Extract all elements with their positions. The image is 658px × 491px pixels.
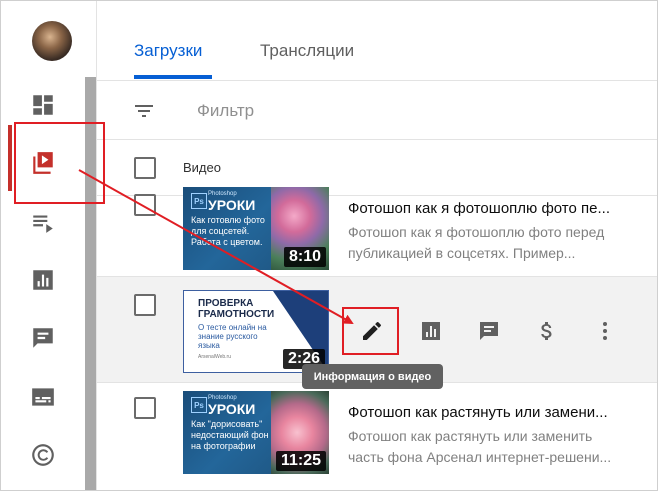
video-description: Фотошоп как я фотошоплю фото перед публи… (348, 224, 605, 261)
comments-icon (33, 328, 53, 348)
column-header-video: Видео (183, 160, 221, 175)
thumbnail-title-line1: ПРОВЕРКА (198, 298, 254, 309)
annotation-box-videos (14, 122, 105, 204)
comments-icon (480, 322, 498, 340)
sidebar (1, 1, 97, 490)
sidebar-item-dashboard[interactable] (1, 85, 85, 125)
video-thumbnail[interactable]: ПРОВЕРКА ГРАМОТНОСТИ О тесте онлайн на з… (183, 290, 329, 373)
thumbnail-url: ArsenalWeb.ru (198, 354, 231, 360)
video-thumbnail[interactable]: Ps Photoshop УРОКИ Как "дорисовать" недо… (183, 391, 329, 474)
comments-button[interactable] (475, 317, 503, 345)
analytics-icon (422, 322, 440, 340)
more-vert-icon (603, 322, 607, 340)
dashboard-icon (33, 95, 53, 115)
select-all-checkbox[interactable] (134, 157, 156, 179)
monetization-button[interactable] (533, 317, 561, 345)
row-checkbox[interactable] (134, 194, 156, 216)
tab-live[interactable]: Трансляции (260, 41, 354, 61)
playlists-icon (33, 215, 53, 233)
sidebar-item-analytics[interactable] (1, 260, 85, 300)
options-button[interactable] (591, 317, 619, 345)
thumbnail-title: ПРОВЕРКА ГРАМОТНОСТИ (198, 298, 274, 320)
thumbnail-title-line2: ГРАМОТНОСТИ (198, 309, 275, 320)
sidebar-item-playlists[interactable] (1, 202, 85, 242)
thumbnail-title: УРОКИ (208, 197, 256, 213)
annotation-box-edit (342, 307, 399, 355)
analytics-button[interactable] (417, 317, 445, 345)
video-title[interactable]: Фотошоп как растянуть или замени... (348, 404, 608, 421)
filter-input[interactable]: Фильтр (197, 101, 254, 121)
filter-bar: Фильтр (97, 81, 657, 140)
row-checkbox[interactable] (134, 294, 156, 316)
analytics-icon (33, 270, 53, 290)
photoshop-logo: Ps (191, 193, 207, 209)
subtitles-icon (32, 388, 54, 406)
tab-bar: Загрузки Трансляции (97, 1, 657, 81)
sidebar-item-copyright[interactable] (1, 435, 85, 475)
thumbnail-subtitle: Как "дорисовать" недостающий фон на фото… (191, 419, 269, 451)
video-description: Фотошоп как растянуть или заменить часть… (348, 428, 612, 465)
photoshop-logo: Ps (191, 397, 207, 413)
dollar-icon (541, 322, 552, 340)
sidebar-item-comments[interactable] (1, 318, 85, 358)
thumbnail-subtitle: О тесте онлайн на знание русского языка (198, 323, 267, 350)
avatar[interactable] (32, 21, 72, 61)
thumbnail-title: УРОКИ (208, 401, 256, 417)
duration-badge: 8:10 (283, 247, 326, 267)
copyright-icon (32, 444, 54, 466)
table-header: Видео (97, 140, 657, 196)
tooltip: Информация о видео (302, 364, 443, 389)
tab-uploads[interactable]: Загрузки (134, 41, 202, 61)
studio-window: Загрузки Трансляции Фильтр Видео Ps Phot… (0, 0, 658, 491)
row-checkbox[interactable] (134, 397, 156, 419)
thumbnail-subtitle: Как готовлю фото для соцсетей. Работа с … (191, 215, 265, 247)
sidebar-item-subtitles[interactable] (1, 377, 85, 417)
active-tab-underline (134, 75, 212, 79)
table-row[interactable]: Ps Photoshop УРОКИ Как "дорисовать" недо… (97, 383, 657, 490)
duration-badge: 11:25 (275, 451, 326, 471)
video-title[interactable]: Фотошоп как я фотошоплю фото пе... (348, 200, 610, 217)
table-row[interactable]: Ps Photoshop УРОКИ Как готовлю фото для … (97, 187, 657, 277)
filter-icon[interactable] (132, 99, 156, 123)
video-thumbnail[interactable]: Ps Photoshop УРОКИ Как готовлю фото для … (183, 187, 329, 270)
